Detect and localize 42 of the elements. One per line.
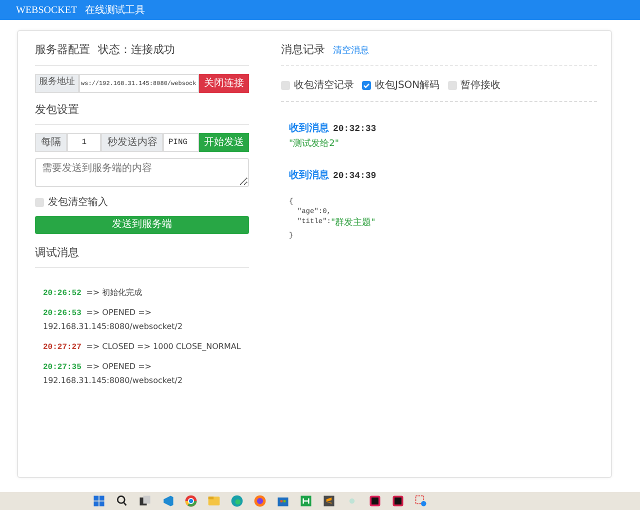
log-entry: 20:26:52 => 初始化完成: [43, 287, 144, 300]
section-title: 服务器配置: [35, 42, 90, 58]
message-title: 收到消息: [289, 122, 329, 134]
section-title: 消息记录: [281, 42, 325, 58]
checkbox-label: 暂停接收: [460, 78, 501, 92]
content-label: 秒发送内容: [101, 133, 164, 152]
content-field[interactable]: PING: [163, 133, 199, 152]
message-time: 20:34:39: [333, 171, 376, 181]
start-sending-button[interactable]: 开始发送: [199, 133, 249, 152]
app-icon[interactable]: [322, 494, 336, 508]
app-icon[interactable]: [368, 494, 382, 508]
checkbox[interactable]: [362, 80, 371, 90]
section-title: 调试消息: [35, 244, 79, 260]
windows-icon[interactable]: [92, 494, 106, 508]
app-icon[interactable]: [391, 494, 405, 508]
connection-status: 状态：连接成功: [98, 42, 175, 58]
checkbox[interactable]: [281, 80, 290, 90]
log-entry: 20:27:27 => CLOSED => 1000 CLOSE_NORMAL: [43, 341, 241, 354]
checkbox-label: 发包清空输入: [48, 196, 108, 210]
app-title: WEBSOCKET: [16, 4, 78, 18]
interval-field[interactable]: 1: [67, 133, 102, 152]
search-icon[interactable]: [115, 494, 129, 508]
message-time: 20:32:33: [333, 124, 376, 134]
string-value: "群发主题": [331, 217, 376, 230]
message-title: 收到消息: [289, 170, 329, 181]
snipping-icon[interactable]: [414, 494, 428, 508]
log-entry: 20:27:35 => OPENED => 192.168.31.145:8080/websocket/2: [43, 361, 184, 387]
address-label: 服务地址: [35, 74, 79, 92]
clear-messages-link[interactable]: 清空消息: [333, 45, 369, 58]
code-editor-icon[interactable]: [161, 494, 175, 508]
interval-label: 每隔: [35, 133, 67, 152]
checkbox-label: 收包JSON解码: [375, 78, 440, 92]
close-connection-button[interactable]: 关闭连接: [199, 74, 249, 92]
checkbox[interactable]: [448, 80, 457, 90]
message-input[interactable]: 需要发送到服务端的内容: [35, 158, 249, 187]
section-title: 发包设置: [35, 102, 79, 118]
checkbox[interactable]: [35, 198, 44, 207]
send-to-server-button[interactable]: 发送到服务端: [35, 216, 249, 234]
checkbox-label: 收包清空记录: [294, 78, 354, 92]
string-value: "测试发给2": [289, 138, 340, 150]
app-subtitle: 在线测试工具: [85, 4, 146, 18]
log-entry: 20:26:53 => OPENED => 192.168.31.145:8080/websocket/2: [43, 307, 184, 333]
